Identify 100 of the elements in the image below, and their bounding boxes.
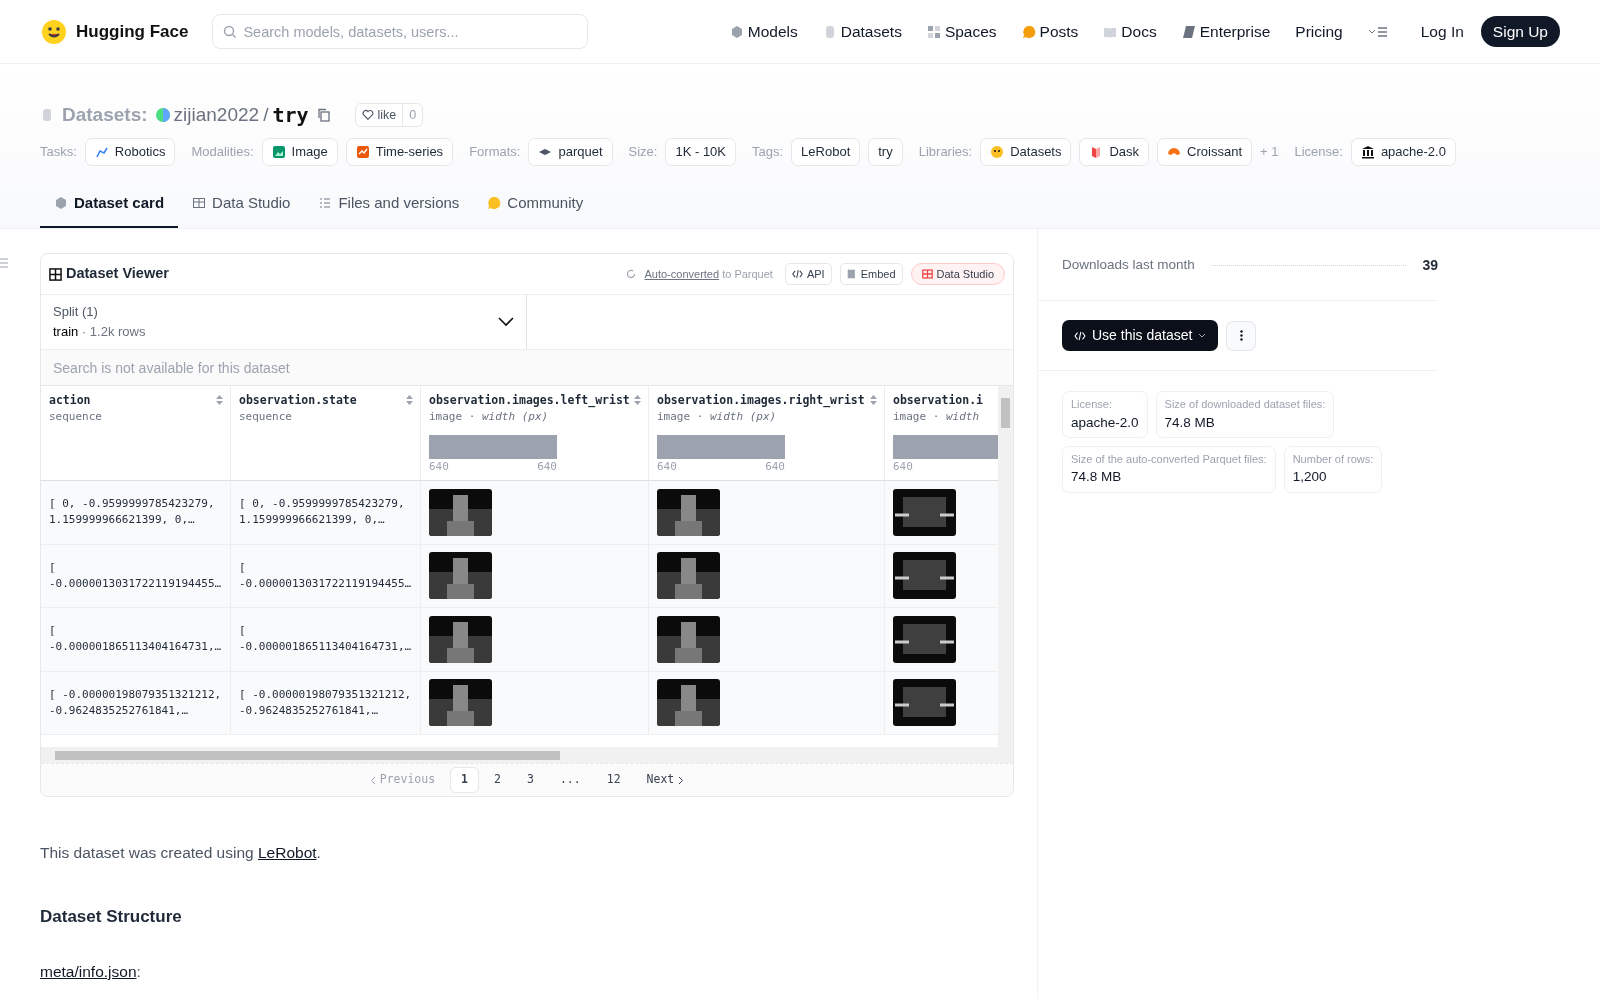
column-type: sequence	[239, 409, 293, 426]
page-button[interactable]: 3	[516, 767, 545, 793]
image-thumbnail[interactable]	[893, 552, 956, 600]
downloads-count: 39	[1422, 256, 1438, 275]
nav-link[interactable]: Datasets	[822, 19, 902, 44]
embed-button[interactable]: Embed	[839, 262, 903, 286]
tag-chip[interactable]: Croissant	[1157, 138, 1253, 166]
table-cell: [ -0.00000198079351321212, -0.9624835252761841,…	[239, 686, 412, 719]
image-thumbnail[interactable]	[429, 679, 492, 727]
file-link[interactable]: meta/info.json	[40, 962, 137, 980]
tag-chip[interactable]: Image	[261, 138, 338, 166]
info-label: Number of rows:	[1292, 451, 1374, 467]
cube-icon	[729, 24, 744, 39]
scrollbar-thumb[interactable]	[1001, 398, 1010, 428]
metadata-label: Size:	[628, 143, 658, 161]
tag-chip[interactable]: 1K - 10K	[665, 138, 736, 166]
axis-label: 640	[537, 458, 557, 475]
smiley-logo-icon[interactable]	[40, 17, 68, 46]
metadata-label: License:	[1294, 143, 1343, 161]
smiley-icon	[990, 144, 1005, 159]
image-thumbnail[interactable]	[893, 679, 956, 727]
kebab-icon	[1239, 330, 1243, 341]
repo-name-link[interactable]: try	[272, 100, 309, 130]
nav-link[interactable]: Models	[729, 19, 798, 44]
page-button[interactable]: 2	[483, 767, 512, 793]
table-cell: [ -0.000001865113404164731,…	[49, 623, 222, 656]
tab[interactable]: Community	[473, 181, 598, 228]
signup-button[interactable]: Sign Up	[1480, 15, 1560, 48]
nav-link[interactable]: Pricing	[1295, 19, 1343, 44]
info-value: 74.8 MB	[1071, 468, 1123, 487]
auto-converted-link[interactable]: Auto-converted	[644, 267, 720, 280]
table-icon	[921, 269, 933, 279]
tag-chip[interactable]: apache-2.0	[1350, 138, 1456, 166]
tab[interactable]: Data Studio	[178, 181, 305, 228]
table-icon	[192, 195, 207, 210]
image-thumbnail[interactable]	[429, 552, 492, 600]
search-field[interactable]: Search models, datasets, users...	[212, 14, 589, 49]
nav-link[interactable]: Posts	[1021, 19, 1079, 44]
menu-icon[interactable]	[1367, 24, 1388, 39]
use-dataset-button[interactable]: Use this dataset	[1062, 320, 1219, 351]
tag-chip[interactable]: Robotics	[84, 138, 176, 166]
image-thumbnail[interactable]	[429, 615, 492, 663]
downloads-label: Downloads last month	[1062, 256, 1195, 275]
page-ellipsis: ...	[558, 771, 582, 789]
axis-label: 640	[765, 458, 785, 475]
image-thumbnail[interactable]	[657, 552, 720, 600]
image-thumbnail[interactable]	[429, 488, 492, 536]
image-thumbnail[interactable]	[657, 615, 720, 663]
table-icon	[49, 267, 62, 281]
cube-icon	[54, 195, 68, 210]
tag-chip[interactable]: LeRobot	[791, 138, 861, 166]
code-icon	[1074, 330, 1086, 341]
nav-link[interactable]: Spaces	[926, 19, 997, 44]
breadcrumb-label: Datasets:	[62, 102, 148, 127]
image-thumbnail[interactable]	[657, 488, 720, 536]
section-heading: Dataset Structure	[40, 906, 183, 929]
tab[interactable]: Dataset card	[40, 181, 179, 228]
column-type: image · width	[893, 409, 981, 426]
column-header[interactable]: observation.images.left_wrist image · width (px) 640 640	[421, 386, 649, 481]
tab[interactable]: Files and versions	[304, 181, 474, 228]
nav-link[interactable]: Enterprise	[1181, 19, 1271, 44]
page-button[interactable]: 12	[595, 767, 632, 793]
tag-chip[interactable]: Datasets	[980, 138, 1072, 166]
period-text: .	[316, 844, 321, 861]
scrollbar-thumb[interactable]	[55, 750, 560, 760]
caret-icon	[1198, 332, 1207, 339]
owner-link[interactable]: zijian2022	[173, 100, 260, 130]
tag-chip[interactable]: Time-series	[345, 138, 454, 166]
tag-chip[interactable]: try	[868, 138, 903, 166]
info-label: License:	[1071, 397, 1113, 412]
column-header[interactable]: observation.images.right_wrist image · width (px) 640 640	[649, 386, 885, 481]
api-button[interactable]: API	[784, 262, 832, 286]
column-type: image · width (px)	[657, 409, 778, 426]
path-separator: /	[263, 102, 269, 127]
line-chart-icon	[355, 144, 370, 159]
image-thumbnail[interactable]	[893, 488, 956, 536]
next-page-button[interactable]: Next	[635, 767, 696, 793]
nav-link[interactable]: Docs	[1103, 19, 1157, 44]
logo-text[interactable]: Hugging Face	[76, 18, 189, 45]
metadata-label: Modalities:	[191, 143, 254, 161]
tag-chip[interactable]: Dask	[1079, 138, 1150, 166]
column-header[interactable]: observation.i image · width 640	[885, 386, 998, 481]
page-button[interactable]: 1	[450, 767, 480, 793]
tag-chip[interactable]: parquet	[528, 138, 613, 166]
like-button[interactable]: like 0	[354, 102, 424, 128]
login-link[interactable]: Log In	[1420, 19, 1464, 44]
image-thumbnail[interactable]	[657, 679, 720, 727]
table-cell: [ -0.000001865113404164731,…	[239, 623, 412, 656]
column-type: image · width (px)	[429, 409, 550, 426]
info-label: Size of downloaded dataset files:	[1164, 397, 1326, 412]
image-thumbnail[interactable]	[893, 615, 956, 663]
code-icon	[791, 269, 803, 279]
avatar-icon	[155, 108, 170, 122]
chat-bubble-icon	[1021, 24, 1036, 39]
image-icon	[271, 144, 286, 159]
table-cell: [ -0.00000198079351321212, -0.9624835252761841,…	[49, 686, 222, 719]
data-studio-button[interactable]: Data Studio	[910, 262, 1005, 286]
copy-icon[interactable]	[316, 108, 331, 122]
table-cell: [ -0.0000013031722119194455…	[239, 559, 412, 592]
lerobot-link[interactable]: LeRobot	[258, 844, 317, 861]
